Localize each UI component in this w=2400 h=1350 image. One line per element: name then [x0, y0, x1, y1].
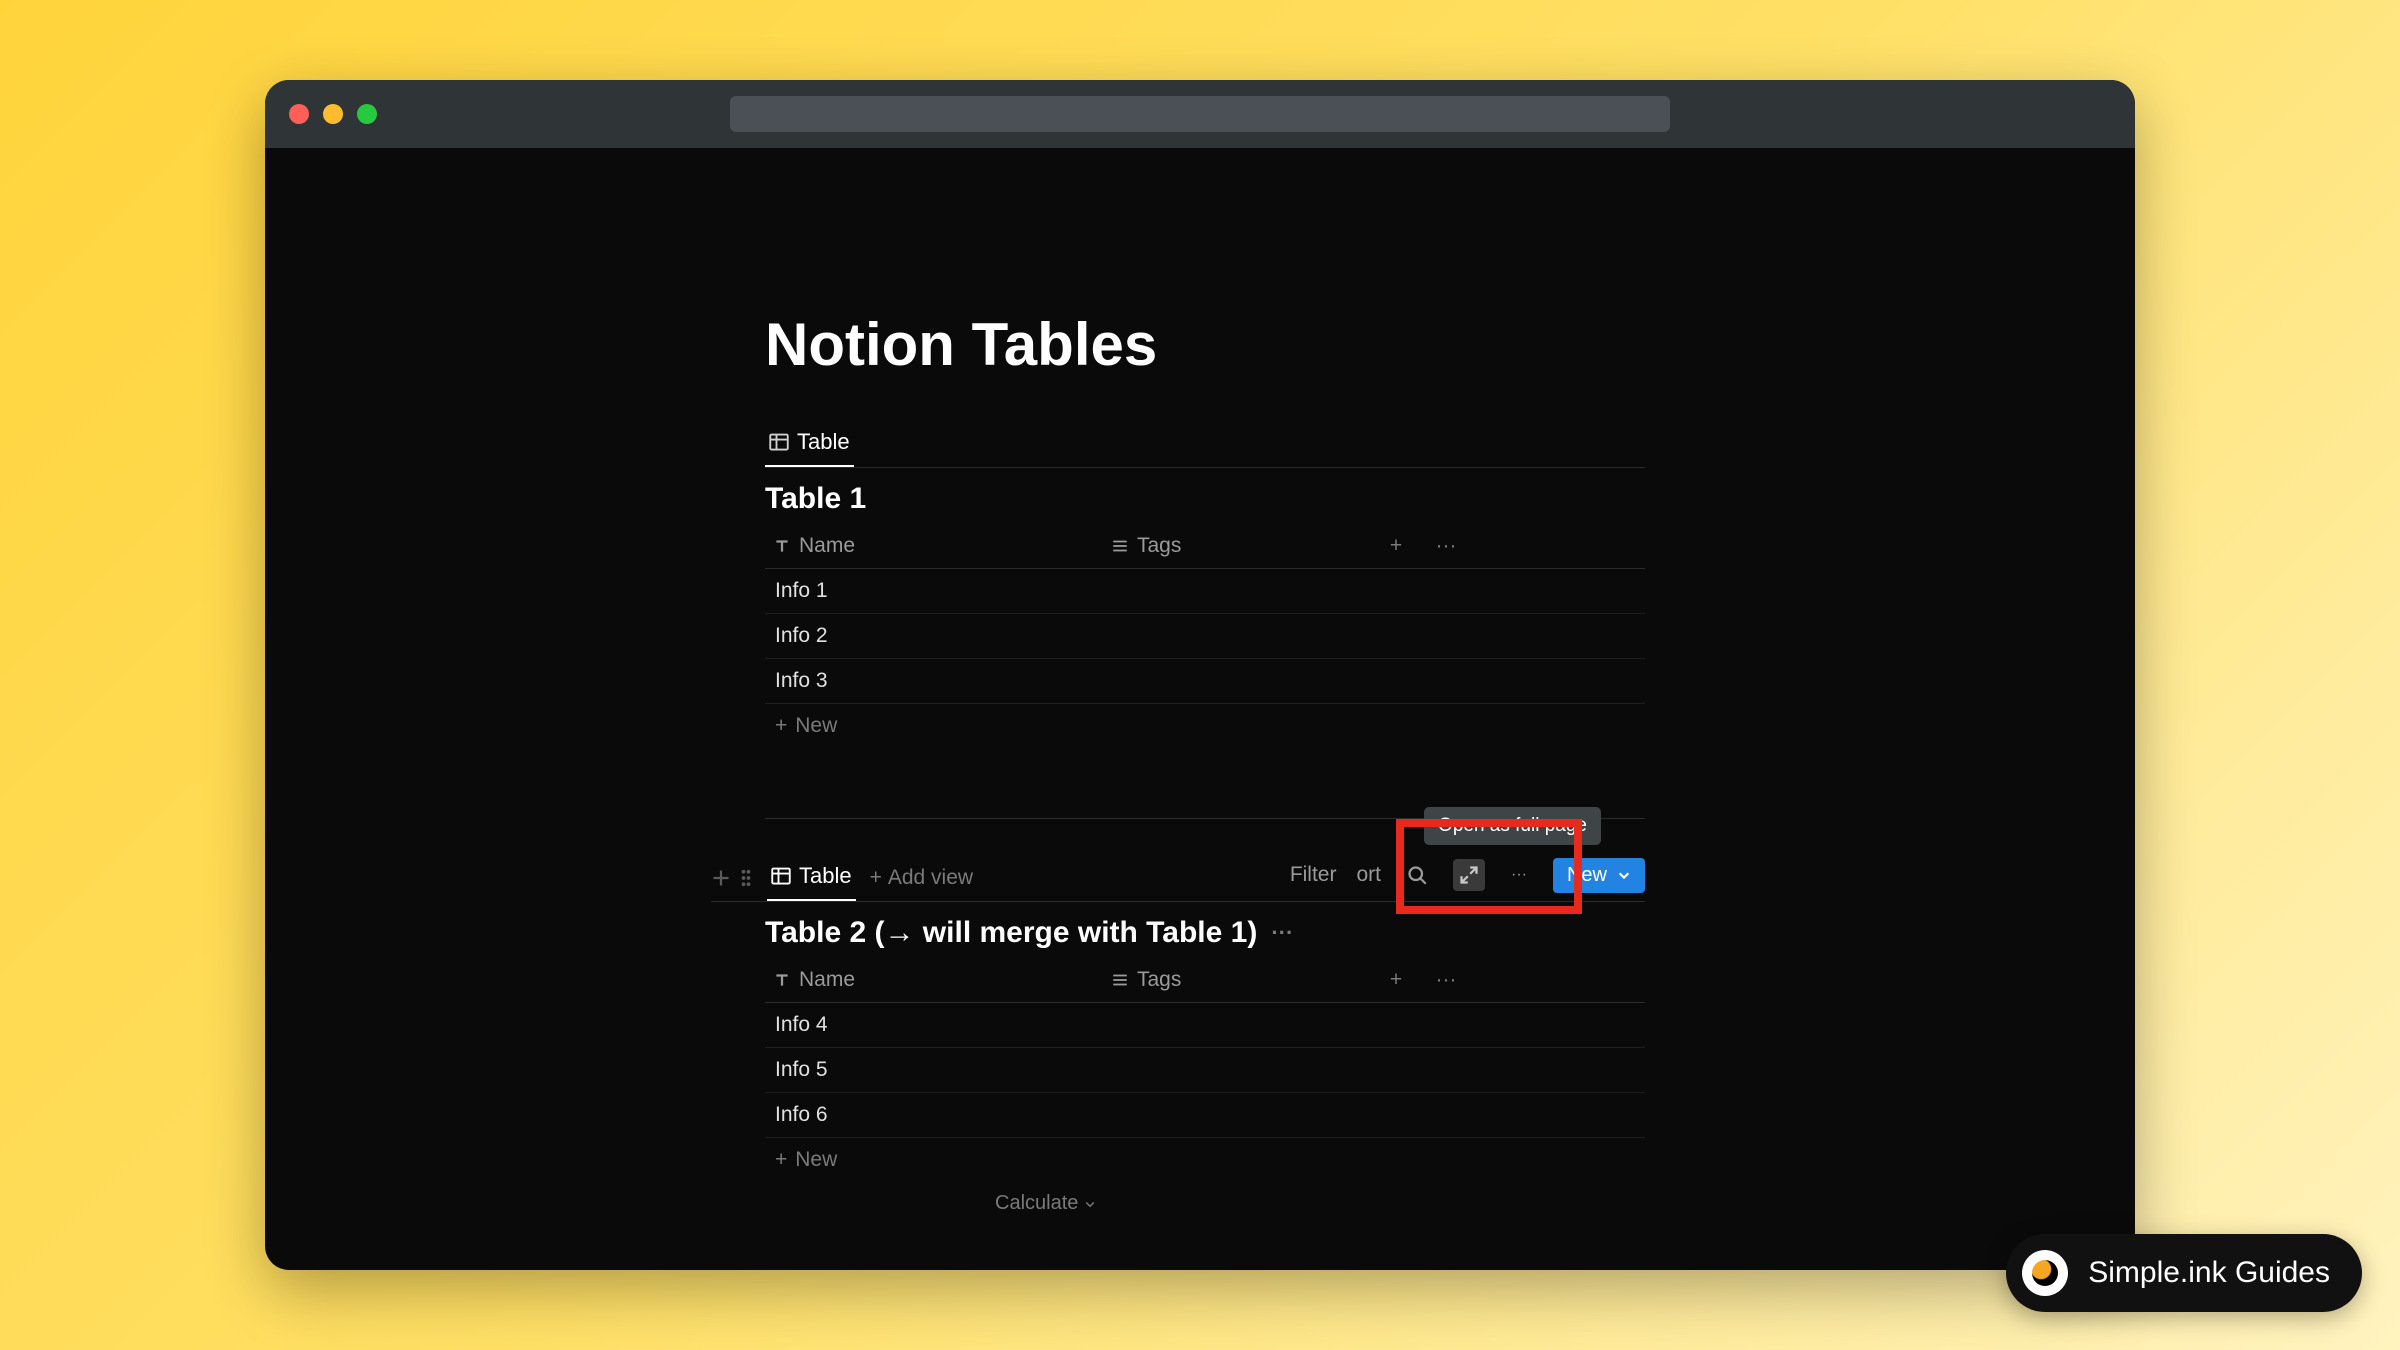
more-icon: ···: [1436, 968, 1457, 992]
more-icon[interactable]: ···: [1271, 920, 1293, 946]
minimize-window-icon[interactable]: [323, 104, 343, 124]
url-bar[interactable]: [730, 96, 1670, 132]
column-tags[interactable]: Tags: [1111, 968, 1371, 992]
multiselect-property-icon: [1111, 537, 1129, 555]
plus-icon: +: [870, 866, 882, 890]
text-property-icon: [773, 971, 791, 989]
cell-tags[interactable]: [1111, 669, 1371, 693]
column-tags[interactable]: Tags: [1111, 534, 1371, 558]
tab-label: Table: [799, 863, 852, 889]
db2-toolbar: Table + Add view Filter ort: [711, 855, 1645, 902]
more-button[interactable]: ···: [1505, 860, 1533, 890]
add-column-button[interactable]: +: [1371, 968, 1421, 992]
column-more-button[interactable]: ···: [1421, 968, 1471, 992]
search-icon: [1407, 865, 1427, 885]
maximize-window-icon[interactable]: [357, 104, 377, 124]
cell-name[interactable]: Info 4: [765, 1013, 1111, 1037]
brand-badge: Simple.ink Guides: [2006, 1234, 2362, 1312]
db2-title[interactable]: Table 2 (→ will merge with Table 1) ···: [765, 916, 1645, 950]
close-window-icon[interactable]: [289, 104, 309, 124]
cell-tags[interactable]: [1111, 1013, 1371, 1037]
filter-button[interactable]: Filter: [1290, 863, 1337, 887]
table-row[interactable]: Info 5: [765, 1048, 1645, 1093]
table-icon: [769, 432, 789, 452]
column-name[interactable]: Name: [765, 534, 1111, 558]
tab-table[interactable]: Table: [767, 855, 856, 901]
calculate-row: Calculate: [765, 1182, 1645, 1225]
cell-name[interactable]: Info 6: [765, 1103, 1111, 1127]
brand-text: Simple.ink Guides: [2088, 1256, 2330, 1290]
chevron-down-icon: [1617, 868, 1631, 882]
plus-icon: +: [1390, 534, 1402, 558]
column-more-button[interactable]: ···: [1421, 534, 1471, 558]
table-row[interactable]: Info 4: [765, 1003, 1645, 1048]
calculate-button[interactable]: Calculate: [995, 1192, 1096, 1215]
table-row[interactable]: Info 6: [765, 1093, 1645, 1138]
cell-name[interactable]: Info 1: [765, 579, 1111, 603]
add-column-button[interactable]: +: [1371, 534, 1421, 558]
more-icon: ···: [1511, 866, 1527, 884]
plus-icon: +: [775, 714, 787, 738]
text-property-icon: [773, 537, 791, 555]
table-header: Name Tags + ···: [765, 524, 1645, 569]
chevron-down-icon: [1084, 1198, 1096, 1210]
plus-icon: +: [1390, 968, 1402, 992]
search-button[interactable]: [1401, 859, 1433, 891]
app-window: Notion Tables Table Table 1: [265, 80, 2135, 1270]
multiselect-property-icon: [1111, 971, 1129, 989]
expand-button[interactable]: [1453, 859, 1485, 891]
db2-table: Name Tags + ··· Info 4: [765, 958, 1645, 1225]
expand-icon: [1459, 865, 1479, 885]
tooltip-open-full-page: Open as full page: [1424, 807, 1601, 845]
table-icon: [771, 866, 791, 886]
cell-tags[interactable]: [1111, 624, 1371, 648]
plus-icon: [711, 868, 731, 888]
db1-table: Name Tags + ··· Info 1: [765, 524, 1645, 748]
cell-tags[interactable]: [1111, 1058, 1371, 1082]
cell-tags[interactable]: [1111, 1103, 1371, 1127]
page-content: Notion Tables Table Table 1: [765, 310, 1645, 1225]
brand-logo-icon: [2022, 1250, 2068, 1296]
tab-table[interactable]: Table: [765, 421, 854, 467]
new-button[interactable]: New: [1553, 858, 1645, 893]
column-name[interactable]: Name: [765, 968, 1111, 992]
new-row-button[interactable]: + New: [765, 1138, 1645, 1182]
titlebar: [265, 80, 2135, 148]
cell-name[interactable]: Info 5: [765, 1058, 1111, 1082]
db1-tabs: Table: [765, 421, 1645, 468]
plus-icon: +: [775, 1148, 787, 1172]
cell-name[interactable]: Info 3: [765, 669, 1111, 693]
sort-button[interactable]: ort: [1356, 863, 1381, 887]
table-header: Name Tags + ···: [765, 958, 1645, 1003]
table-row[interactable]: Info 1: [765, 569, 1645, 614]
cell-tags[interactable]: [1111, 579, 1371, 603]
table-row[interactable]: Info 3: [765, 659, 1645, 704]
traffic-lights: [289, 104, 377, 124]
cell-name[interactable]: Info 2: [765, 624, 1111, 648]
block-handle[interactable]: [711, 868, 753, 888]
new-row-button[interactable]: + New: [765, 704, 1645, 748]
page-title: Notion Tables: [765, 310, 1645, 379]
db1-title[interactable]: Table 1: [765, 482, 1645, 516]
table-row[interactable]: Info 2: [765, 614, 1645, 659]
drag-handle-icon: [739, 868, 753, 888]
more-icon: ···: [1436, 534, 1457, 558]
add-view-button[interactable]: + Add view: [870, 866, 973, 890]
tab-label: Table: [797, 429, 850, 455]
